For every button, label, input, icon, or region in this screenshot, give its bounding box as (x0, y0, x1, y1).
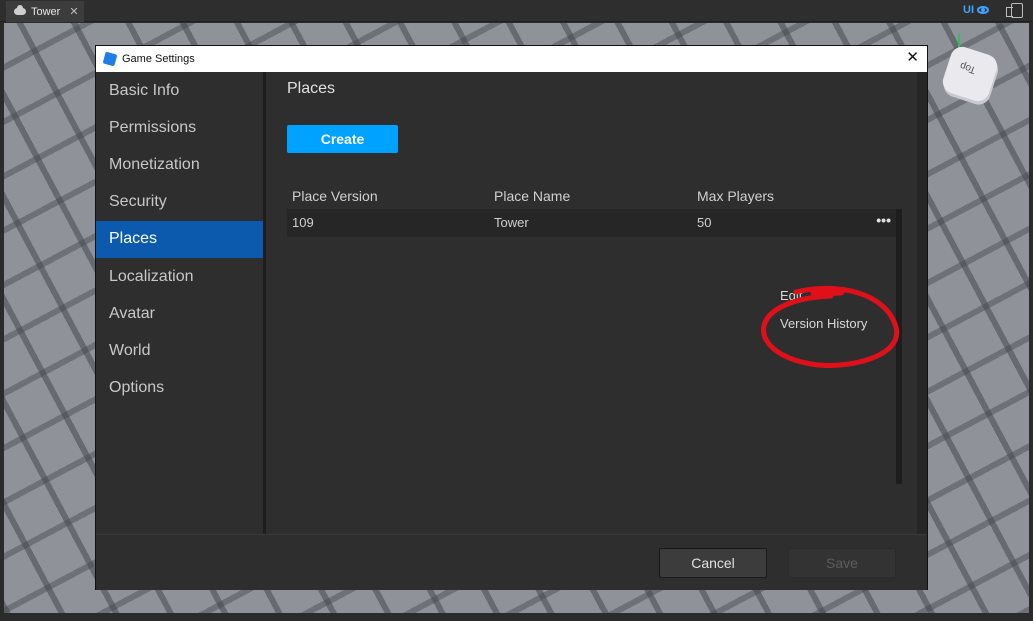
page-title: Places (287, 80, 336, 97)
settings-sidebar: Basic Info Permissions Monetization Secu… (96, 72, 263, 534)
cloud-icon (14, 5, 26, 15)
sidebar-item-options[interactable]: Options (96, 370, 263, 407)
menu-item-version-history[interactable]: Version History (780, 316, 867, 331)
tab-tower[interactable]: Tower ✕ (6, 1, 84, 22)
eye-icon (977, 6, 989, 14)
sidebar-item-avatar[interactable]: Avatar (96, 295, 263, 332)
device-emulator-icon[interactable] (1006, 3, 1023, 18)
places-panel: Places Create Place Version Place Name M… (266, 72, 917, 534)
sidebar-item-world[interactable]: World (96, 332, 263, 369)
cell-place-name: Tower (494, 215, 529, 230)
dialog-footer: Cancel Save (96, 534, 927, 590)
dialog-titlebar[interactable]: Game Settings ✕ (96, 46, 927, 72)
close-icon[interactable]: ✕ (906, 50, 919, 66)
column-header-max-players: Max Players (697, 188, 775, 204)
menu-item-edit[interactable]: Edit (780, 288, 802, 303)
save-button[interactable]: Save (788, 548, 896, 578)
roblox-studio-icon (102, 51, 118, 67)
annotation-cover-stroke (810, 288, 845, 297)
tab-label: Tower (31, 5, 61, 18)
sidebar-item-permissions[interactable]: Permissions (96, 109, 263, 146)
sidebar-item-places[interactable]: Places (96, 220, 263, 258)
document-tab-bar: Tower ✕ UI (0, 0, 1033, 22)
column-header-place-version: Place Version (292, 188, 378, 204)
cancel-button[interactable]: Cancel (659, 548, 767, 578)
cell-place-version: 109 (292, 215, 314, 230)
dialog-title: Game Settings (122, 53, 195, 65)
panel-scrollbar[interactable] (917, 72, 927, 534)
ui-toggle-label: UI (963, 4, 974, 16)
game-settings-dialog: Game Settings ✕ Basic Info Permissions M… (95, 45, 928, 590)
create-button[interactable]: Create (287, 125, 398, 153)
sidebar-item-security[interactable]: Security (96, 184, 263, 221)
sidebar-item-monetization[interactable]: Monetization (96, 146, 263, 183)
table-row[interactable]: 109 Tower 50 ••• (287, 209, 900, 237)
more-options-icon[interactable]: ••• (876, 212, 891, 228)
tab-close-icon[interactable]: ✕ (69, 5, 78, 18)
view-cube[interactable]: Top (939, 43, 1001, 105)
table-scrollbar[interactable] (896, 209, 902, 484)
sidebar-item-basic-info[interactable]: Basic Info (96, 72, 263, 109)
ui-visibility-toggle[interactable]: UI (963, 4, 989, 16)
viewport-bottom-border (0, 613, 1033, 621)
sidebar-item-localization[interactable]: Localization (96, 258, 263, 295)
cell-max-players: 50 (697, 215, 712, 230)
column-header-place-name: Place Name (494, 188, 571, 204)
